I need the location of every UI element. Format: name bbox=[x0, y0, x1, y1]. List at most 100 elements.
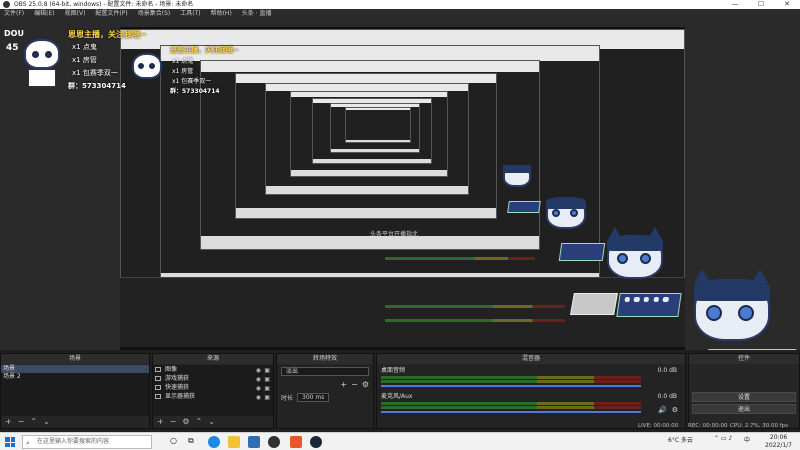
monitor-icon bbox=[155, 394, 161, 399]
source-list: 图像 ◉ ▣ 游戏捕获 ◉ ▣ 快速捕获 ◉ ▣ 显示器捕获 ◉ ▣ bbox=[153, 365, 273, 416]
volume-slider[interactable] bbox=[381, 411, 641, 413]
scenes-dock-title: 场景 bbox=[1, 354, 149, 364]
steam-icon[interactable] bbox=[310, 436, 322, 448]
cortana-icon[interactable]: ○ bbox=[170, 436, 177, 445]
menu-file[interactable]: 文件(F) bbox=[4, 9, 24, 19]
nested-meter-2 bbox=[385, 319, 565, 322]
source-item[interactable]: 显示器捕获 ◉ ▣ bbox=[153, 392, 273, 401]
overlay-row-1: x1 点鬼 bbox=[72, 43, 97, 51]
weather-widget[interactable]: 6°C 多云 bbox=[668, 435, 693, 444]
task-view-icon[interactable]: ⧉ bbox=[188, 436, 194, 446]
eye-icon[interactable]: ◉ bbox=[256, 393, 261, 402]
plus-icon[interactable]: + bbox=[157, 416, 164, 428]
volume-icon[interactable]: 🔊 bbox=[658, 406, 667, 414]
vtuber-avatar-nested-1-icon bbox=[605, 227, 667, 283]
minus-icon[interactable]: − bbox=[351, 380, 358, 389]
menu-help[interactable]: 帮助(H) bbox=[211, 9, 232, 19]
nested-meter bbox=[385, 305, 565, 308]
gear-icon[interactable]: ⚙ bbox=[362, 380, 369, 389]
mixer-channel: 桌面音频 0.0 dB bbox=[381, 367, 681, 387]
title-bar: OBS 25.0.8 (64-bit, windows) - 配置文件: 未命名… bbox=[0, 0, 800, 9]
preview-canvas[interactable]: 头条平台开播指北 DOU 45 恩恩主播，关注我哦~ x1 点鬼 x1 房管 x… bbox=[0, 19, 800, 350]
mail-icon[interactable] bbox=[248, 436, 260, 448]
gear-icon[interactable]: ⚙ bbox=[672, 406, 678, 414]
move-down-icon[interactable]: ⌄ bbox=[43, 416, 50, 428]
menu-profile[interactable]: 配置文件(P) bbox=[95, 9, 127, 19]
scenes-dock: 场景 场景 场景 2 + − ⌃ ⌄ bbox=[0, 353, 150, 429]
close-button[interactable]: ✕ bbox=[774, 0, 800, 9]
game-capture-icon bbox=[155, 376, 161, 381]
source-item[interactable]: 图像 ◉ ▣ bbox=[153, 365, 273, 374]
mixer-dock: 混音器 桌面音频 0.0 dB 麦克风/Aux 0.0 dB 🔊 ⚙ bbox=[376, 353, 686, 429]
maximize-button[interactable]: ☐ bbox=[748, 0, 774, 9]
mixer-dock-title: 混音器 bbox=[377, 354, 685, 364]
menu-tools[interactable]: 工具(T) bbox=[180, 9, 200, 19]
overlay-title: 恩恩主播，关注我哦~ bbox=[68, 30, 147, 39]
overlay-group-nested: 群：573304714 bbox=[170, 88, 220, 95]
window-capture-icon bbox=[155, 385, 161, 390]
move-up-icon[interactable]: ⌃ bbox=[196, 416, 203, 428]
taskbar-clock[interactable]: 20:06 2022/1/7 bbox=[765, 434, 792, 450]
windows-icon[interactable] bbox=[5, 437, 15, 447]
overlay-title-nested: 恩恩主播，关注我哦~ bbox=[170, 46, 239, 54]
app-icon[interactable] bbox=[290, 436, 302, 448]
dock-area: 场景 场景 场景 2 + − ⌃ ⌄ 来源 图像 ◉ ▣ 游戏捕获 ◉ ▣ 快速捕获 ◉ ▣… bbox=[0, 350, 800, 432]
settings-button[interactable]: 设置 bbox=[692, 392, 796, 402]
gear-icon[interactable]: ⚙ bbox=[182, 416, 189, 428]
menu-view[interactable]: 视图(V) bbox=[65, 9, 86, 19]
scene-item[interactable]: 场景 2 bbox=[1, 373, 149, 381]
overlay-row-3: x1 包赛季双一 bbox=[72, 69, 118, 77]
transitions-dock: 转场特效 淡出 + − ⚙ 时长 300 ms bbox=[276, 353, 374, 429]
volume-slider[interactable] bbox=[381, 385, 641, 387]
minus-icon[interactable]: − bbox=[170, 416, 177, 428]
plus-icon[interactable]: + bbox=[340, 380, 347, 389]
overlay-row-nested-1: x1 点鬼 bbox=[172, 58, 194, 65]
file-explorer-icon[interactable] bbox=[228, 436, 240, 448]
duration-label: 时长 bbox=[281, 395, 294, 402]
search-icon: ⌕ bbox=[26, 439, 30, 447]
tray-icons[interactable]: ⌃ ▭ ♪ bbox=[714, 435, 732, 442]
minimize-button[interactable]: — bbox=[722, 0, 748, 9]
lock-icon[interactable]: ▣ bbox=[264, 393, 270, 402]
channel-db: 0.0 dB bbox=[657, 393, 677, 400]
level-meter bbox=[381, 402, 641, 405]
move-down-icon[interactable]: ⌄ bbox=[208, 416, 215, 428]
overlay-group-number: 群：573304714 bbox=[68, 82, 126, 90]
mouse-pad-nested-image bbox=[570, 293, 618, 315]
menu-edit[interactable]: 编辑(E) bbox=[34, 9, 54, 19]
menu-scene-collection[interactable]: 场景集合(S) bbox=[138, 9, 171, 19]
menu-toutiao-live[interactable]: 头条 · 直播 bbox=[242, 9, 272, 19]
sources-dock-title: 来源 bbox=[153, 354, 273, 364]
ime-indicator[interactable]: 中 bbox=[744, 435, 750, 444]
edge-icon[interactable] bbox=[208, 436, 220, 448]
minus-icon[interactable]: − bbox=[18, 416, 25, 428]
source-item[interactable]: 快速捕获 ◉ ▣ bbox=[153, 383, 273, 392]
mixer-channel: 麦克风/Aux 0.0 dB 🔊 ⚙ bbox=[381, 393, 681, 414]
windows-taskbar: ⌕ 在这里输入你要搜索的内容 ○ ⧉ 6°C 多云 ⌃ ▭ ♪ 中 20:06 … bbox=[0, 432, 800, 450]
scene-item[interactable]: 场景 bbox=[1, 365, 149, 373]
scene-list: 场景 场景 2 bbox=[1, 365, 149, 416]
taskbar-search-input[interactable]: ⌕ 在这里输入你要搜索的内容 bbox=[22, 435, 152, 449]
keyboard-deck-nested-2-image bbox=[558, 243, 606, 261]
cpu-fps: CPU: 2.7%, 30.00 fps bbox=[730, 423, 789, 429]
obs-logo-icon bbox=[3, 1, 10, 8]
controls-dock-title: 控件 bbox=[689, 354, 799, 364]
exit-button[interactable]: 退出 bbox=[692, 404, 796, 414]
keyboard-deck-nested-image bbox=[616, 293, 682, 317]
transition-select[interactable]: 淡出 bbox=[281, 367, 369, 376]
plus-icon[interactable]: + bbox=[5, 416, 12, 428]
duration-input[interactable]: 300 ms bbox=[297, 393, 330, 402]
move-up-icon[interactable]: ⌃ bbox=[30, 416, 37, 428]
channel-name: 麦克风/Aux bbox=[381, 393, 413, 400]
sources-toolbar: + − ⚙ ⌃ ⌄ bbox=[153, 416, 273, 428]
channel-name: 桌面音频 bbox=[381, 367, 406, 374]
obs-icon[interactable] bbox=[268, 436, 280, 448]
controls-dock: 控件 设置 退出 bbox=[688, 353, 800, 429]
source-item[interactable]: 游戏捕获 ◉ ▣ bbox=[153, 374, 273, 383]
channel-db: 0.0 dB bbox=[657, 367, 677, 374]
vtuber-avatar-nested-3-icon bbox=[502, 161, 532, 189]
keyboard-deck-nested-3-image bbox=[507, 201, 541, 213]
overlay-row-nested-2: x1 房管 bbox=[172, 68, 194, 75]
douyu-logo: DOU bbox=[4, 29, 24, 38]
image-icon bbox=[155, 367, 161, 372]
